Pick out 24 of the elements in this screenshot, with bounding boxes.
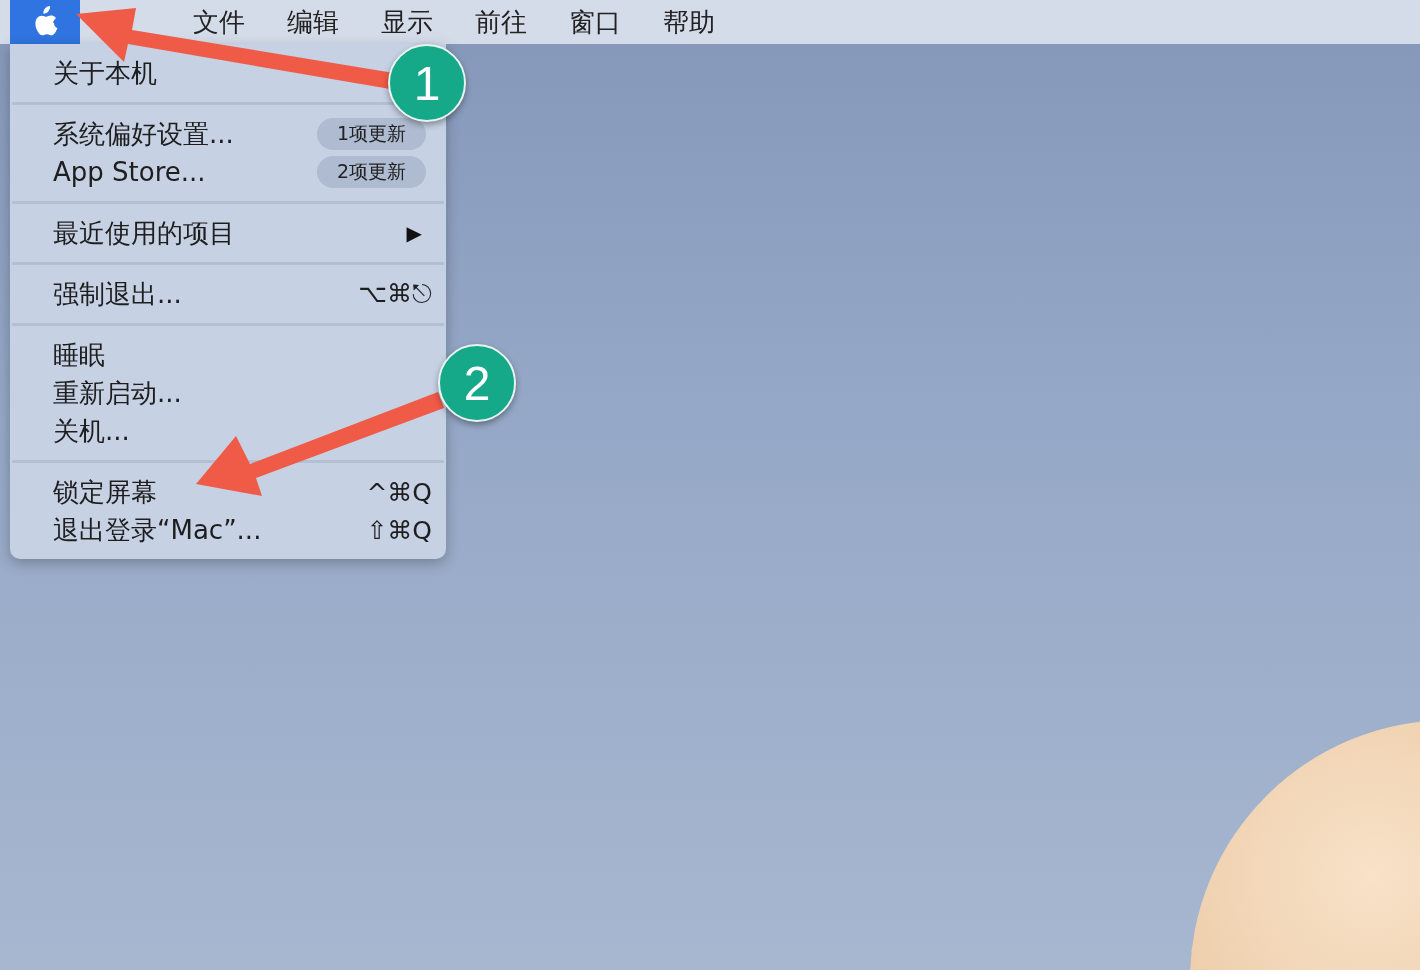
menu-title[interactable]: 文件	[193, 9, 245, 35]
menu-title[interactable]: 编辑	[287, 9, 339, 35]
menu-item[interactable]: 重新启动...	[53, 375, 182, 411]
menu-item[interactable]: 睡眠	[53, 337, 105, 373]
menu-item[interactable]: 关于本机	[53, 55, 157, 91]
menu-item[interactable]: 系统偏好设置...	[53, 116, 234, 152]
menu-title[interactable]: 显示	[381, 9, 433, 35]
menu-item[interactable]: 锁定屏幕	[53, 474, 157, 510]
menu-item[interactable]: 强制退出...	[53, 276, 182, 312]
menu-item[interactable]: 退出登录“Mac”...	[53, 512, 262, 548]
step-number: 2	[438, 344, 516, 422]
shortcut-text: ^⌘Q	[366, 477, 432, 507]
menu-item[interactable]: 最近使用的项目	[53, 215, 235, 251]
shortcut-text: ⌥⌘⎋	[358, 279, 432, 309]
shortcut-text: ⇧⌘Q	[366, 515, 432, 545]
menu-item[interactable]: 关机...	[53, 413, 130, 449]
menu-item[interactable]: App Store...	[53, 157, 206, 187]
menu-title[interactable]: 帮助	[663, 9, 715, 35]
menu-title[interactable]: 前往	[475, 9, 527, 35]
update-badge: 1项更新	[316, 118, 426, 150]
update-badge: 2项更新	[316, 156, 426, 188]
submenu-arrow: ▶	[406, 221, 422, 245]
menu-title[interactable]: 窗口	[569, 9, 621, 35]
apple-menu-icon[interactable]	[10, 0, 80, 44]
